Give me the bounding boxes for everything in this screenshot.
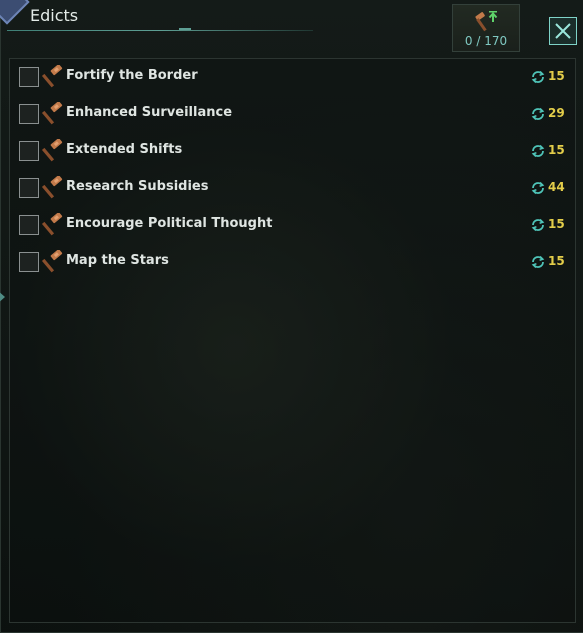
edict-cost: 15 — [548, 69, 565, 83]
edict-row[interactable]: Encourage Political Thought 15 — [12, 210, 572, 240]
edict-row[interactable]: Fortify the Border 15 — [12, 62, 572, 92]
edict-checkbox[interactable] — [19, 178, 39, 198]
edict-label: Enhanced Surveillance — [66, 105, 233, 120]
edict-checkbox[interactable] — [19, 252, 39, 272]
edict-row[interactable]: Extended Shifts 15 — [12, 136, 572, 166]
empire-corner-badge — [0, 0, 30, 25]
gavel-icon — [42, 65, 63, 88]
influence-icon — [531, 181, 545, 195]
edicts-window: Edicts 0 / 170 Fortify the Border 15 Enh… — [0, 0, 583, 633]
influence-icon — [531, 70, 545, 84]
gavel-icon — [42, 176, 63, 199]
edict-label: Fortify the Border — [66, 68, 198, 83]
edict-cost: 15 — [548, 217, 565, 231]
edict-checkbox[interactable] — [19, 215, 39, 235]
edict-capacity-panel: 0 / 170 — [452, 4, 520, 52]
edict-label: Extended Shifts — [66, 142, 183, 157]
influence-icon — [531, 218, 545, 232]
edict-row[interactable]: Map the Stars 15 — [12, 247, 572, 277]
gavel-icon — [42, 213, 63, 236]
influence-icon — [531, 144, 545, 158]
edict-checkbox[interactable] — [19, 104, 39, 124]
edict-cost: 29 — [548, 106, 565, 120]
gavel-icon — [42, 139, 63, 162]
edict-row[interactable]: Research Subsidies 44 — [12, 173, 572, 203]
edict-label: Research Subsidies — [66, 179, 209, 194]
influence-icon — [531, 107, 545, 121]
edict-label: Map the Stars — [66, 253, 169, 268]
close-icon — [555, 23, 571, 39]
edict-cost: 15 — [548, 254, 565, 268]
edict-capacity-value: 0 / 170 — [464, 34, 508, 48]
gavel-icon — [42, 102, 63, 125]
gavel-icon — [42, 250, 63, 273]
edict-checkbox[interactable] — [19, 141, 39, 161]
edict-row[interactable]: Enhanced Surveillance 29 — [12, 99, 572, 129]
window-title: Edicts — [30, 6, 79, 25]
side-notch-decoration — [0, 290, 5, 304]
edict-cost: 15 — [548, 143, 565, 157]
edict-label: Encourage Political Thought — [66, 216, 273, 231]
title-underline-divider — [7, 28, 313, 31]
influence-icon — [531, 255, 545, 269]
gavel-up-arrow-icon — [475, 11, 498, 32]
edict-cost: 44 — [548, 180, 565, 194]
edict-checkbox[interactable] — [19, 67, 39, 87]
close-button[interactable] — [549, 17, 577, 45]
